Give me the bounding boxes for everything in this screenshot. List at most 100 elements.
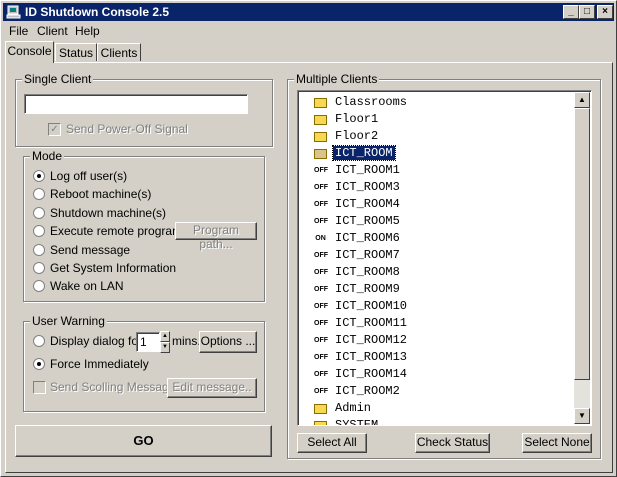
- mode-radio-wol[interactable]: [33, 280, 45, 292]
- folder-icon: [314, 115, 327, 125]
- mode-group: Mode Log off user(s) Reboot machine(s) S…: [23, 149, 265, 302]
- select-none-button[interactable]: Select None: [522, 433, 592, 453]
- folder-icon: [314, 132, 327, 142]
- select-all-button[interactable]: Select All: [297, 433, 367, 453]
- mode-option-sysinfo[interactable]: Get System Information: [50, 261, 176, 275]
- check-status-label: Check Status: [416, 435, 489, 449]
- client-tree-item[interactable]: ICT_ROOM: [314, 145, 576, 162]
- client-tree-item[interactable]: OFF ICT_ROOM13: [314, 349, 576, 366]
- client-tree-item[interactable]: ON ICT_ROOM6: [314, 230, 576, 247]
- send-poweroff-checkbox[interactable]: ✓: [48, 123, 61, 136]
- force-immediately-label[interactable]: Force Immediately: [50, 357, 149, 371]
- program-path-label: Program path...: [192, 223, 239, 251]
- tab-status[interactable]: Status: [55, 43, 97, 61]
- off-icon: OFF: [314, 337, 328, 344]
- title-bar[interactable]: ID Shutdown Console 2.5 _ □ ×: [3, 3, 614, 21]
- close-button[interactable]: ×: [597, 5, 613, 19]
- scroll-thumb[interactable]: [574, 108, 590, 380]
- force-immediately-radio[interactable]: [33, 358, 45, 370]
- client-tree-item-label: ICT_ROOM5: [335, 214, 400, 228]
- go-button[interactable]: GO: [15, 425, 272, 457]
- client-tree-item[interactable]: SYSTEM: [314, 417, 576, 425]
- spin-up-icon[interactable]: ▲: [160, 331, 170, 342]
- mode-radio-logoff[interactable]: [33, 170, 45, 182]
- edit-message-button[interactable]: Edit message..: [167, 378, 257, 398]
- client-tree-item[interactable]: OFF ICT_ROOM9: [314, 281, 576, 298]
- client-tree-item[interactable]: OFF ICT_ROOM3: [314, 179, 576, 196]
- off-icon: OFF: [314, 320, 328, 327]
- user-warning-group: User Warning Display dialog for 1 ▲ ▼ mi…: [23, 314, 265, 412]
- scrolling-message-label: Send Scolling Message: [50, 380, 176, 394]
- off-icon: OFF: [314, 184, 328, 191]
- client-tree-item[interactable]: OFF ICT_ROOM4: [314, 196, 576, 213]
- client-tree-item[interactable]: Floor1: [314, 111, 576, 128]
- client-tree-item[interactable]: OFF ICT_ROOM11: [314, 315, 576, 332]
- client-tree-item-label: ICT_ROOM8: [335, 265, 400, 279]
- minimize-button[interactable]: _: [563, 5, 579, 19]
- options-button[interactable]: Options ...: [199, 331, 257, 353]
- client-tree-scrollbar[interactable]: ▲ ▼: [574, 92, 590, 424]
- scroll-down-icon[interactable]: ▼: [574, 408, 590, 424]
- mode-option-reboot[interactable]: Reboot machine(s): [50, 187, 151, 201]
- mode-radio-reboot[interactable]: [33, 188, 45, 200]
- client-tree[interactable]: Classrooms Floor1 Floor2 ICT_ROOM OFF ICT_ROO…: [297, 90, 592, 426]
- mode-option-execute[interactable]: Execute remote program: [50, 224, 182, 238]
- menu-help[interactable]: Help: [75, 24, 100, 38]
- client-tree-item[interactable]: OFF ICT_ROOM10: [314, 298, 576, 315]
- client-tree-item[interactable]: Admin: [314, 400, 576, 417]
- tab-clients[interactable]: Clients: [97, 43, 141, 61]
- mode-option-shutdown[interactable]: Shutdown machine(s): [50, 206, 166, 220]
- mode-radio-execute[interactable]: [33, 225, 45, 237]
- client-tree-item[interactable]: OFF ICT_ROOM8: [314, 264, 576, 281]
- client-tree-item-label: Floor1: [335, 112, 379, 126]
- program-path-button[interactable]: Program path...: [175, 222, 257, 251]
- client-tree-item-label: ICT_ROOM13: [335, 350, 408, 364]
- check-status-button[interactable]: Check Status: [415, 433, 490, 453]
- spin-down-icon[interactable]: ▼: [160, 342, 170, 353]
- scroll-up-icon[interactable]: ▲: [574, 92, 590, 108]
- off-icon: OFF: [314, 388, 328, 395]
- display-dialog-radio[interactable]: [33, 335, 45, 347]
- client-tree-item[interactable]: OFF ICT_ROOM7: [314, 247, 576, 264]
- mode-option-wol[interactable]: Wake on LAN: [50, 279, 124, 293]
- options-label: Options ...: [200, 334, 256, 348]
- edit-message-label: Edit message..: [172, 380, 252, 394]
- mode-option-logoff[interactable]: Log off user(s): [50, 169, 127, 183]
- off-icon: OFF: [314, 167, 328, 174]
- window-title: ID Shutdown Console 2.5: [25, 5, 170, 19]
- mode-option-message[interactable]: Send message: [50, 243, 130, 257]
- client-tree-item[interactable]: OFF ICT_ROOM2: [314, 383, 576, 400]
- tab-console[interactable]: Console: [5, 41, 54, 63]
- display-dialog-label[interactable]: Display dialog for: [50, 334, 142, 348]
- minutes-spinner[interactable]: ▲ ▼: [160, 331, 170, 353]
- client-tree-item-label: ICT_ROOM1: [335, 163, 400, 177]
- menu-file[interactable]: File: [9, 24, 28, 38]
- menu-bar: File Client Help: [3, 22, 614, 40]
- maximize-button[interactable]: □: [579, 5, 595, 19]
- client-tree-item-label: ICT_ROOM6: [335, 231, 400, 245]
- off-icon: OFF: [314, 201, 328, 208]
- send-poweroff-label: Send Power-Off Signal: [66, 122, 188, 136]
- close-icon: ×: [602, 6, 608, 17]
- off-icon: OFF: [314, 371, 328, 378]
- go-label: GO: [133, 433, 154, 448]
- client-tree-item[interactable]: Floor2: [314, 128, 576, 145]
- client-tree-item[interactable]: Classrooms: [314, 94, 576, 111]
- client-tree-item[interactable]: OFF ICT_ROOM1: [314, 162, 576, 179]
- mode-label: Mode: [30, 149, 65, 163]
- client-tree-item[interactable]: OFF ICT_ROOM12: [314, 332, 576, 349]
- single-client-group: Single Client ✓ Send Power-Off Signal: [15, 72, 273, 147]
- mins-label: mins.: [172, 334, 201, 348]
- client-tree-item[interactable]: OFF ICT_ROOM5: [314, 213, 576, 230]
- off-icon: OFF: [314, 269, 328, 276]
- minutes-input[interactable]: 1: [136, 332, 160, 352]
- mode-radio-shutdown[interactable]: [33, 207, 45, 219]
- menu-client[interactable]: Client: [37, 24, 68, 38]
- single-client-input[interactable]: [24, 94, 248, 114]
- client-tree-item-label: ICT_ROOM: [332, 145, 396, 161]
- client-tree-item[interactable]: OFF ICT_ROOM14: [314, 366, 576, 383]
- scrolling-message-checkbox[interactable]: [33, 381, 46, 394]
- mode-radio-message[interactable]: [33, 244, 45, 256]
- mode-radio-sysinfo[interactable]: [33, 262, 45, 274]
- client-tree-item-label: ICT_ROOM12: [335, 333, 408, 347]
